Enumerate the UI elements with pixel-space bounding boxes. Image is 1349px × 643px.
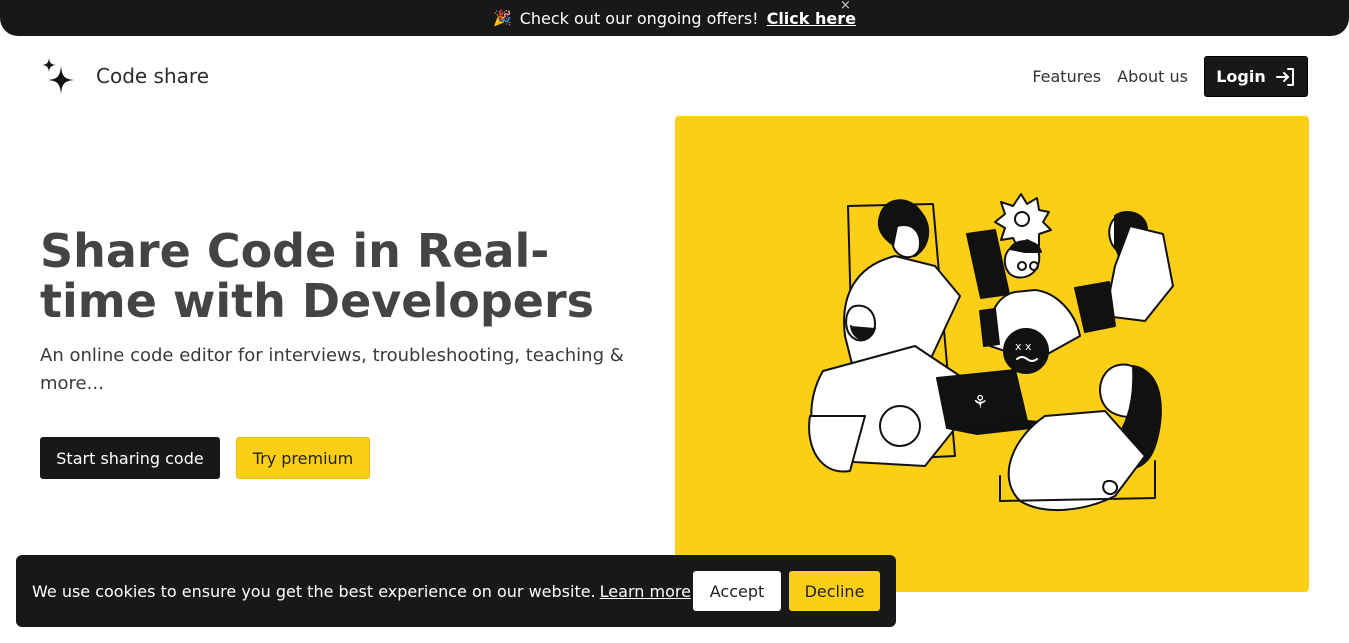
nav-about-us[interactable]: About us [1117,67,1188,86]
sparkle-logo-icon [42,58,74,94]
login-button[interactable]: Login [1204,56,1308,97]
svg-text:x x: x x [1015,340,1032,353]
start-sharing-button[interactable]: Start sharing code [40,437,220,479]
learn-more-link[interactable]: Learn more [600,582,691,601]
cookie-banner: We use cookies to ensure you get the bes… [16,555,896,627]
try-premium-button[interactable]: Try premium [236,437,370,479]
brand-logo[interactable]: Code share [40,56,209,96]
close-icon[interactable]: × [840,0,851,13]
decline-cookies-button[interactable]: Decline [789,571,880,611]
top-nav: Features About us Login [1032,56,1308,97]
brand-name: Code share [96,64,209,88]
svg-text:⚘: ⚘ [972,392,988,413]
accept-cookies-button[interactable]: Accept [693,571,781,611]
team-illustration: x x ⚘ [808,193,1174,511]
login-label: Login [1216,67,1266,86]
nav-features[interactable]: Features [1032,67,1101,86]
hero-subtitle: An online code editor for interviews, tr… [40,345,624,394]
hero-title: Share Code in Real-time with Developers [40,224,595,328]
login-arrow-icon [1275,67,1294,86]
offer-banner: 🎉 Check out our ongoing offers! Click he… [0,0,1349,36]
party-icon: 🎉 [493,9,512,27]
hero-illustration-panel: x x ⚘ [675,116,1309,592]
banner-text: Check out our ongoing offers! [519,8,759,28]
cookie-message: We use cookies to ensure you get the bes… [32,581,596,601]
